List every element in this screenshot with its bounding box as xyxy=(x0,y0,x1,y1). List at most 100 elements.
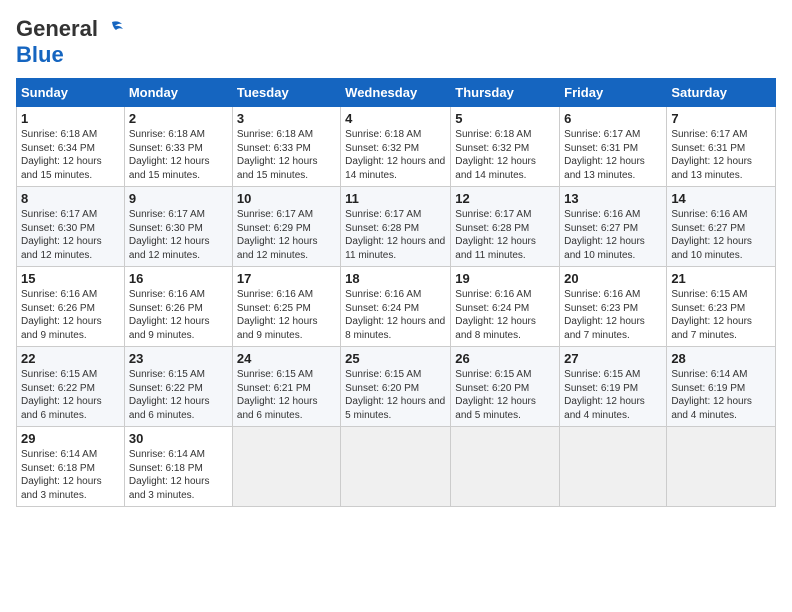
calendar-cell: 14 Sunrise: 6:16 AMSunset: 6:27 PMDaylig… xyxy=(667,187,776,267)
calendar-cell: 10 Sunrise: 6:17 AMSunset: 6:29 PMDaylig… xyxy=(232,187,340,267)
calendar-cell xyxy=(451,427,560,507)
calendar-cell: 21 Sunrise: 6:15 AMSunset: 6:23 PMDaylig… xyxy=(667,267,776,347)
day-number: 23 xyxy=(129,351,228,366)
day-info: Sunrise: 6:15 AMSunset: 6:22 PMDaylight:… xyxy=(21,369,102,421)
calendar-cell: 23 Sunrise: 6:15 AMSunset: 6:22 PMDaylig… xyxy=(124,347,232,427)
calendar-cell: 27 Sunrise: 6:15 AMSunset: 6:19 PMDaylig… xyxy=(560,347,667,427)
day-number: 6 xyxy=(564,111,662,126)
day-info: Sunrise: 6:16 AMSunset: 6:26 PMDaylight:… xyxy=(129,289,210,341)
calendar-cell: 16 Sunrise: 6:16 AMSunset: 6:26 PMDaylig… xyxy=(124,267,232,347)
day-number: 28 xyxy=(671,351,771,366)
day-number: 7 xyxy=(671,111,771,126)
day-number: 9 xyxy=(129,191,228,206)
day-number: 21 xyxy=(671,271,771,286)
calendar-cell: 8 Sunrise: 6:17 AMSunset: 6:30 PMDayligh… xyxy=(17,187,125,267)
day-number: 19 xyxy=(455,271,555,286)
day-info: Sunrise: 6:18 AMSunset: 6:34 PMDaylight:… xyxy=(21,129,102,181)
logo-general: General xyxy=(16,16,98,42)
calendar-cell: 13 Sunrise: 6:16 AMSunset: 6:27 PMDaylig… xyxy=(560,187,667,267)
calendar-cell: 28 Sunrise: 6:14 AMSunset: 6:19 PMDaylig… xyxy=(667,347,776,427)
day-info: Sunrise: 6:18 AMSunset: 6:32 PMDaylight:… xyxy=(345,129,445,181)
day-info: Sunrise: 6:16 AMSunset: 6:27 PMDaylight:… xyxy=(671,209,752,261)
day-info: Sunrise: 6:14 AMSunset: 6:18 PMDaylight:… xyxy=(21,449,102,501)
day-info: Sunrise: 6:15 AMSunset: 6:22 PMDaylight:… xyxy=(129,369,210,421)
calendar-cell xyxy=(560,427,667,507)
calendar-header-row: SundayMondayTuesdayWednesdayThursdayFrid… xyxy=(17,79,776,107)
day-number: 2 xyxy=(129,111,228,126)
day-number: 3 xyxy=(237,111,336,126)
day-number: 13 xyxy=(564,191,662,206)
calendar-cell: 1 Sunrise: 6:18 AMSunset: 6:34 PMDayligh… xyxy=(17,107,125,187)
day-info: Sunrise: 6:17 AMSunset: 6:31 PMDaylight:… xyxy=(564,129,645,181)
calendar-body: 1 Sunrise: 6:18 AMSunset: 6:34 PMDayligh… xyxy=(17,107,776,507)
day-info: Sunrise: 6:17 AMSunset: 6:31 PMDaylight:… xyxy=(671,129,752,181)
day-info: Sunrise: 6:15 AMSunset: 6:20 PMDaylight:… xyxy=(455,369,536,421)
day-info: Sunrise: 6:17 AMSunset: 6:28 PMDaylight:… xyxy=(455,209,536,261)
header-monday: Monday xyxy=(124,79,232,107)
day-info: Sunrise: 6:16 AMSunset: 6:24 PMDaylight:… xyxy=(455,289,536,341)
calendar-week-3: 15 Sunrise: 6:16 AMSunset: 6:26 PMDaylig… xyxy=(17,267,776,347)
logo-bird-icon xyxy=(102,20,124,38)
calendar-cell: 9 Sunrise: 6:17 AMSunset: 6:30 PMDayligh… xyxy=(124,187,232,267)
day-number: 10 xyxy=(237,191,336,206)
day-info: Sunrise: 6:15 AMSunset: 6:20 PMDaylight:… xyxy=(345,369,445,421)
calendar-cell: 18 Sunrise: 6:16 AMSunset: 6:24 PMDaylig… xyxy=(341,267,451,347)
header-wednesday: Wednesday xyxy=(341,79,451,107)
calendar-week-2: 8 Sunrise: 6:17 AMSunset: 6:30 PMDayligh… xyxy=(17,187,776,267)
header-thursday: Thursday xyxy=(451,79,560,107)
calendar-cell: 17 Sunrise: 6:16 AMSunset: 6:25 PMDaylig… xyxy=(232,267,340,347)
day-number: 14 xyxy=(671,191,771,206)
day-number: 29 xyxy=(21,431,120,446)
day-info: Sunrise: 6:16 AMSunset: 6:23 PMDaylight:… xyxy=(564,289,645,341)
header-sunday: Sunday xyxy=(17,79,125,107)
day-number: 16 xyxy=(129,271,228,286)
calendar-cell: 20 Sunrise: 6:16 AMSunset: 6:23 PMDaylig… xyxy=(560,267,667,347)
day-info: Sunrise: 6:15 AMSunset: 6:23 PMDaylight:… xyxy=(671,289,752,341)
calendar-cell: 4 Sunrise: 6:18 AMSunset: 6:32 PMDayligh… xyxy=(341,107,451,187)
calendar-cell: 2 Sunrise: 6:18 AMSunset: 6:33 PMDayligh… xyxy=(124,107,232,187)
day-info: Sunrise: 6:17 AMSunset: 6:29 PMDaylight:… xyxy=(237,209,318,261)
day-info: Sunrise: 6:14 AMSunset: 6:18 PMDaylight:… xyxy=(129,449,210,501)
day-number: 5 xyxy=(455,111,555,126)
day-info: Sunrise: 6:16 AMSunset: 6:25 PMDaylight:… xyxy=(237,289,318,341)
calendar-cell: 7 Sunrise: 6:17 AMSunset: 6:31 PMDayligh… xyxy=(667,107,776,187)
day-info: Sunrise: 6:16 AMSunset: 6:27 PMDaylight:… xyxy=(564,209,645,261)
day-number: 11 xyxy=(345,191,446,206)
page-header: General Blue xyxy=(16,16,776,68)
calendar-week-1: 1 Sunrise: 6:18 AMSunset: 6:34 PMDayligh… xyxy=(17,107,776,187)
calendar-cell: 25 Sunrise: 6:15 AMSunset: 6:20 PMDaylig… xyxy=(341,347,451,427)
day-number: 22 xyxy=(21,351,120,366)
calendar-cell: 12 Sunrise: 6:17 AMSunset: 6:28 PMDaylig… xyxy=(451,187,560,267)
day-info: Sunrise: 6:17 AMSunset: 6:28 PMDaylight:… xyxy=(345,209,445,261)
logo: General Blue xyxy=(16,16,124,68)
calendar-cell: 6 Sunrise: 6:17 AMSunset: 6:31 PMDayligh… xyxy=(560,107,667,187)
day-info: Sunrise: 6:17 AMSunset: 6:30 PMDaylight:… xyxy=(21,209,102,261)
day-info: Sunrise: 6:16 AMSunset: 6:24 PMDaylight:… xyxy=(345,289,445,341)
day-number: 17 xyxy=(237,271,336,286)
day-number: 27 xyxy=(564,351,662,366)
day-number: 25 xyxy=(345,351,446,366)
day-number: 8 xyxy=(21,191,120,206)
day-info: Sunrise: 6:18 AMSunset: 6:32 PMDaylight:… xyxy=(455,129,536,181)
day-number: 26 xyxy=(455,351,555,366)
day-number: 24 xyxy=(237,351,336,366)
day-number: 1 xyxy=(21,111,120,126)
calendar-week-5: 29 Sunrise: 6:14 AMSunset: 6:18 PMDaylig… xyxy=(17,427,776,507)
day-number: 18 xyxy=(345,271,446,286)
day-info: Sunrise: 6:14 AMSunset: 6:19 PMDaylight:… xyxy=(671,369,752,421)
calendar-cell: 3 Sunrise: 6:18 AMSunset: 6:33 PMDayligh… xyxy=(232,107,340,187)
calendar-cell: 30 Sunrise: 6:14 AMSunset: 6:18 PMDaylig… xyxy=(124,427,232,507)
calendar-cell: 24 Sunrise: 6:15 AMSunset: 6:21 PMDaylig… xyxy=(232,347,340,427)
calendar-table: SundayMondayTuesdayWednesdayThursdayFrid… xyxy=(16,78,776,507)
header-saturday: Saturday xyxy=(667,79,776,107)
day-number: 12 xyxy=(455,191,555,206)
calendar-cell: 29 Sunrise: 6:14 AMSunset: 6:18 PMDaylig… xyxy=(17,427,125,507)
calendar-cell: 11 Sunrise: 6:17 AMSunset: 6:28 PMDaylig… xyxy=(341,187,451,267)
day-number: 30 xyxy=(129,431,228,446)
calendar-cell: 15 Sunrise: 6:16 AMSunset: 6:26 PMDaylig… xyxy=(17,267,125,347)
day-info: Sunrise: 6:15 AMSunset: 6:21 PMDaylight:… xyxy=(237,369,318,421)
day-number: 20 xyxy=(564,271,662,286)
calendar-week-4: 22 Sunrise: 6:15 AMSunset: 6:22 PMDaylig… xyxy=(17,347,776,427)
calendar-cell: 26 Sunrise: 6:15 AMSunset: 6:20 PMDaylig… xyxy=(451,347,560,427)
calendar-cell xyxy=(341,427,451,507)
